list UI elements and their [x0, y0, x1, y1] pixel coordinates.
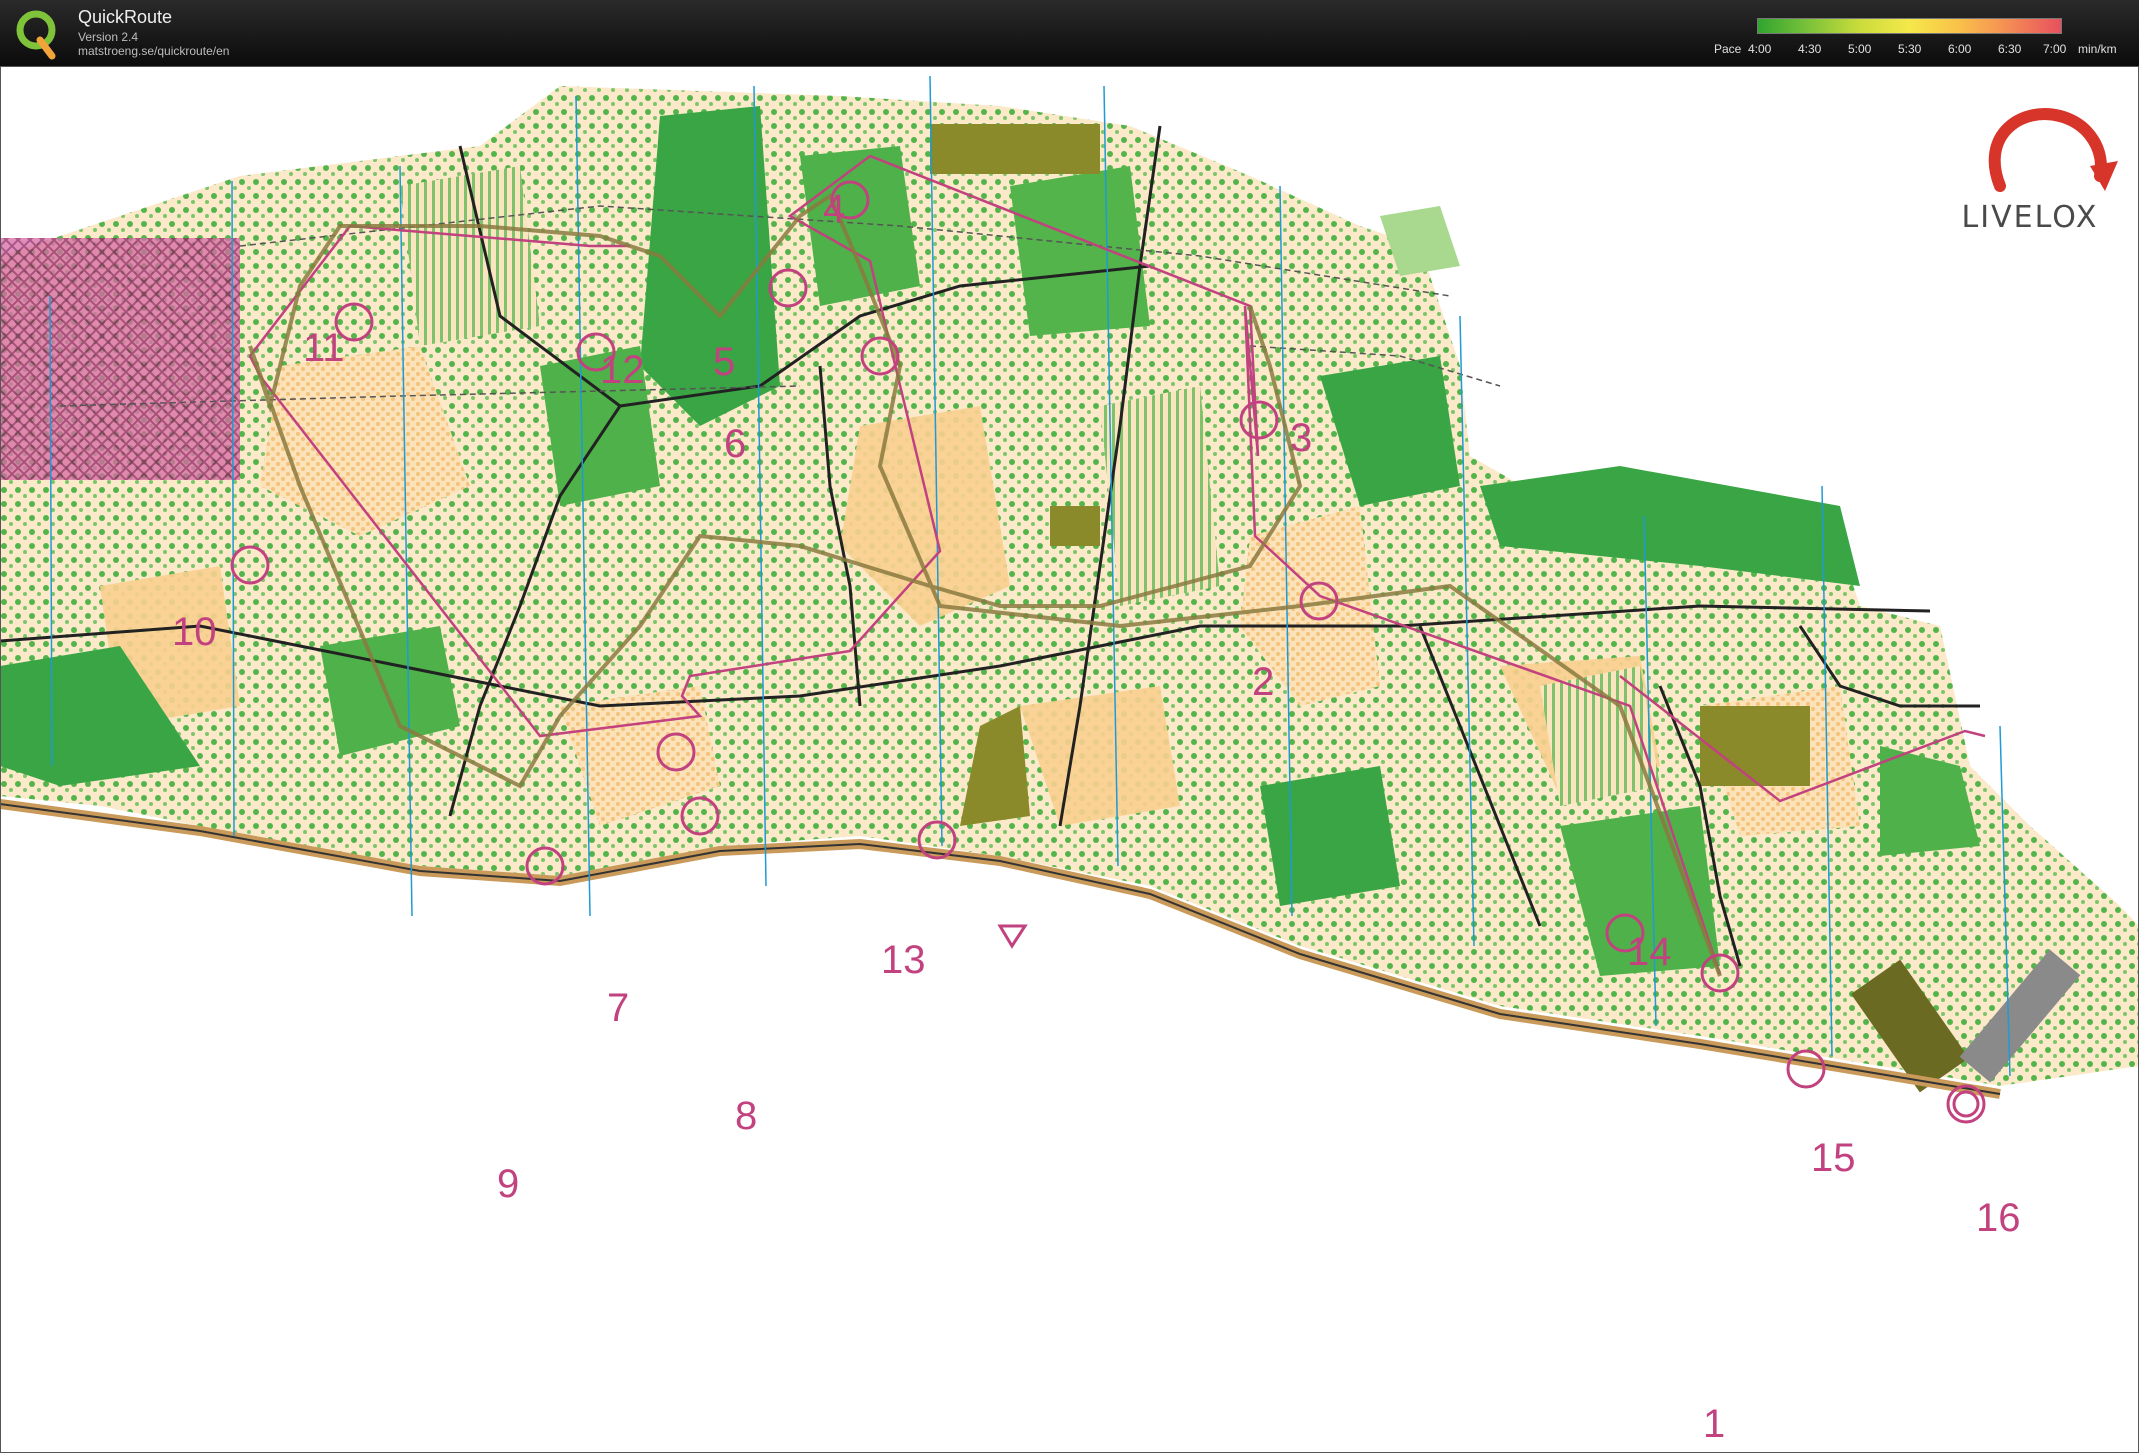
control-number: 12 [600, 348, 645, 392]
control-number: 8 [735, 1094, 758, 1138]
pace-tick: 7:00 [2043, 42, 2067, 56]
livelox-swoosh-icon [1988, 108, 2118, 192]
app-name: QuickRoute [78, 7, 173, 27]
pace-unit: min/km [2078, 42, 2117, 56]
control-number: 4 [823, 187, 846, 231]
control-number: 9 [497, 1162, 520, 1206]
control-number: 1 [1703, 1402, 1726, 1446]
control-number: 13 [881, 938, 926, 982]
quickroute-logo-icon [16, 10, 56, 60]
control-number: 10 [172, 610, 217, 654]
orienteering-map[interactable]: 1 2 3 4 5 6 7 8 9 10 11 12 13 14 15 16 L… [0, 66, 2139, 1453]
app-url[interactable]: matstroeng.se/quickroute/en [78, 44, 229, 58]
pace-legend: Pace 4:00 4:30 5:00 5:30 6:00 6:30 7:00 … [1700, 16, 2120, 60]
control-number: 15 [1811, 1136, 1856, 1180]
control-number: 2 [1252, 660, 1275, 704]
control-number: 6 [724, 422, 747, 466]
control-number: 7 [607, 986, 630, 1030]
control-number: 16 [1976, 1196, 2021, 1240]
pace-tick: 5:30 [1898, 42, 1922, 56]
quickroute-header: QuickRoute Version 2.4 matstroeng.se/qui… [0, 0, 2139, 66]
livelox-logo: LIVELOX [1940, 96, 2120, 236]
app-version: Version 2.4 [78, 30, 139, 44]
pace-legend-label: Pace [1714, 42, 1742, 56]
control-number: 14 [1627, 930, 1672, 974]
control-number: 11 [303, 326, 345, 370]
livelox-wordmark: LIVELOX [1961, 200, 2099, 235]
control-number: 3 [1290, 416, 1313, 460]
pace-tick: 6:30 [1998, 42, 2022, 56]
pace-tick: 6:00 [1948, 42, 1972, 56]
pace-gradient-bar [1757, 18, 2062, 34]
pace-tick: 5:00 [1848, 42, 1872, 56]
control-number: 5 [713, 340, 736, 384]
restricted-area [0, 238, 240, 480]
pace-tick: 4:30 [1798, 42, 1822, 56]
pace-tick: 4:00 [1748, 42, 1772, 56]
map-canvas[interactable] [0, 66, 2139, 1453]
